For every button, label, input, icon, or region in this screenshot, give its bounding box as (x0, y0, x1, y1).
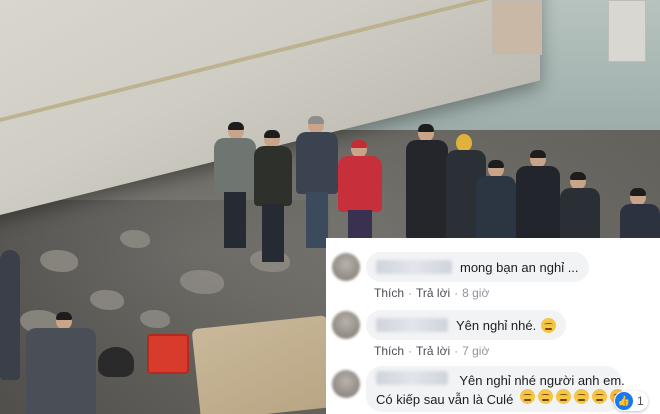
reply-link[interactable]: Trả lời (416, 344, 450, 358)
comment-text: Yên nghỉ nhé. (456, 317, 537, 333)
comment-actions: Thích · Trả lời · 7 giờ (374, 344, 490, 358)
bridge-pillar (608, 0, 646, 62)
comment-text-line-1: Yên nghỉ nhé người anh em. (459, 373, 625, 388)
comment-text-line-2: Có kiếp sau vẫn là Culé (376, 392, 514, 407)
comment-actions: Thích · Trả lời · 8 giờ (374, 286, 490, 300)
commenter-name-blurred[interactable] (376, 318, 448, 332)
emoji-row (517, 389, 625, 404)
sad-face-icon (537, 389, 553, 404)
relieved-face-icon (573, 389, 589, 404)
comment-time[interactable]: 7 giờ (462, 344, 489, 358)
like-link[interactable]: Thích (374, 344, 404, 358)
comment-bubble: mong bạn an nghỉ ... (366, 252, 589, 282)
avatar[interactable] (332, 370, 360, 398)
avatar[interactable] (332, 253, 360, 281)
relieved-face-icon (541, 317, 557, 333)
commenter-name-blurred[interactable] (376, 260, 452, 274)
comment-bubble: Yên nghỉ nhé người anh em. Có kiếp sau v… (366, 366, 625, 412)
comment-time[interactable]: 8 giờ (462, 286, 489, 300)
reaction-count-number: 1 (637, 394, 644, 408)
commenter-name-blurred[interactable] (376, 371, 448, 385)
red-basket (147, 334, 189, 374)
like-link[interactable]: Thích (374, 286, 404, 300)
avatar[interactable] (332, 311, 360, 339)
like-icon: 👍 (615, 392, 633, 410)
relieved-face-icon (555, 389, 571, 404)
comment-text: mong bạn an nghỉ ... (460, 259, 579, 275)
facebook-comments-panel: mong bạn an nghỉ ... Thích · Trả lời · 8 giờ… (326, 238, 660, 414)
reaction-count[interactable]: 👍 1 (614, 391, 648, 411)
pensive-face-icon (519, 389, 535, 404)
comment-bubble: Yên nghỉ nhé. (366, 310, 567, 340)
worried-face-icon (591, 389, 607, 404)
helmet (98, 347, 134, 377)
bridge-pillar (492, 0, 542, 55)
reply-link[interactable]: Trả lời (416, 286, 450, 300)
covering-tarp (191, 315, 337, 414)
